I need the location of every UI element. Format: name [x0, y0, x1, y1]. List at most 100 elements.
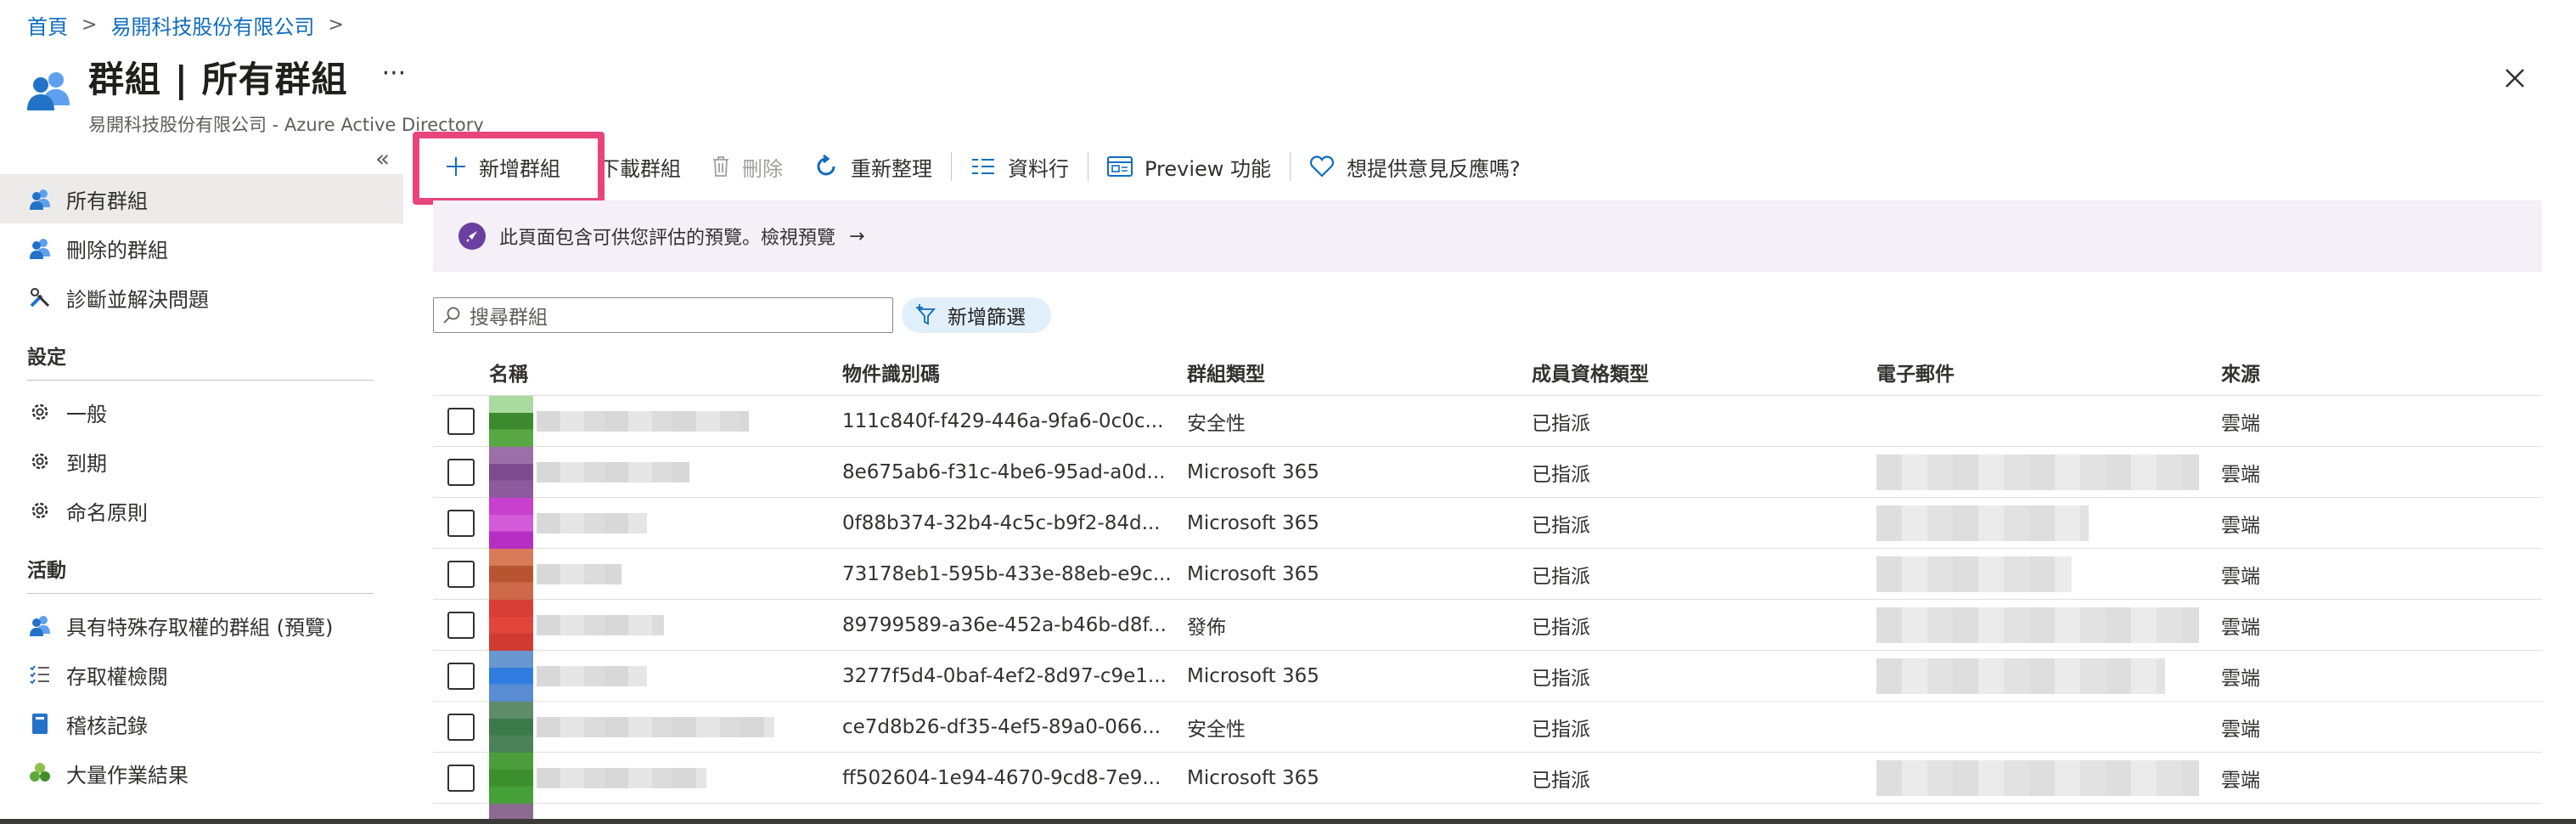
row-checkbox[interactable]: [447, 560, 475, 588]
sidebar-item-audit-logs[interactable]: 稽核記錄: [0, 699, 403, 748]
sidebar-item-diagnose[interactable]: 診斷並解決問題: [0, 273, 403, 322]
group-name-redacted[interactable]: [537, 716, 774, 737]
group-icon: [27, 235, 53, 261]
row-checkbox[interactable]: [447, 458, 475, 486]
membership-type-cell: 已指派: [1532, 412, 1590, 435]
group-name-redacted[interactable]: [537, 563, 622, 584]
sidebar-item-deleted-groups[interactable]: 刪除的群組: [0, 223, 403, 273]
avatar: [489, 548, 533, 600]
collapse-sidebar-button[interactable]: «: [375, 144, 390, 172]
column-header-group-type[interactable]: 群組類型: [1178, 358, 1523, 387]
row-checkbox[interactable]: [447, 713, 475, 741]
refresh-button[interactable]: 重新整理: [798, 143, 948, 190]
row-checkbox[interactable]: [447, 611, 475, 639]
wrench-icon: [27, 285, 53, 310]
preview-features-button[interactable]: Preview 功能: [1092, 143, 1286, 190]
sidebar-item-naming-policy[interactable]: 命名原則: [0, 486, 403, 535]
group-name-redacted[interactable]: [537, 410, 749, 432]
sidebar-item-bulk-results[interactable]: 大量作業結果: [0, 748, 403, 798]
columns-label: 資料行: [1008, 156, 1069, 181]
membership-type-cell: 已指派: [1532, 616, 1590, 639]
trash-icon: [711, 155, 730, 178]
heart-icon: [1309, 155, 1335, 178]
row-checkbox[interactable]: [447, 407, 475, 435]
table-row[interactable]: 3277f5d4-0baf-4ef2-8d97-c9e1... Microsoft…: [433, 650, 2542, 702]
add-filter-button[interactable]: 新增篩選: [902, 297, 1051, 333]
group-type-cell: Microsoft 365: [1187, 562, 1319, 585]
table-row[interactable]: 73178eb1-595b-433e-88eb-e9c... Microsoft …: [433, 548, 2542, 600]
sidebar-item-expiration[interactable]: 到期: [0, 437, 403, 486]
breadcrumb: 首頁 > 易開科技股份有限公司 >: [27, 10, 357, 40]
table-row[interactable]: ce7d8b26-df35-4ef5-89a0-066... 安全性 已指派 雲端: [433, 701, 2542, 753]
object-id-cell: 3277f5d4-0baf-4ef2-8d97-c9e1...: [842, 664, 1167, 687]
table-header: 名稱 物件識別碼 群組類型 成員資格類型 電子郵件 來源: [433, 348, 2542, 396]
clover-icon: [27, 760, 53, 786]
column-header-source[interactable]: 來源: [2213, 358, 2467, 387]
table-row[interactable]: 0f88b374-32b4-4c5c-b9f2-84d... Microsoft …: [433, 497, 2542, 549]
group-type-cell: Microsoft 365: [1187, 460, 1319, 483]
sidebar-item-privileged-access-groups[interactable]: 具有特殊存取權的群組 (預覽): [0, 601, 403, 650]
group-name-redacted[interactable]: [537, 512, 647, 533]
email-cell: [1868, 753, 2213, 803]
membership-type-cell: 已指派: [1532, 463, 1590, 486]
delete-button[interactable]: 刪除: [696, 143, 798, 190]
group-name-redacted[interactable]: [537, 614, 664, 635]
source-cell: 雲端: [2221, 463, 2260, 486]
table-row[interactable]: 89799589-a36e-452a-b46b-d8f... 發佈 已指派 雲端: [433, 599, 2542, 651]
sidebar-section-title: 活動: [27, 560, 66, 582]
email-cell: [1868, 651, 2213, 701]
membership-type-cell: 已指派: [1532, 565, 1590, 588]
sidebar-item-all-groups[interactable]: 所有群組: [0, 174, 403, 223]
preview-banner[interactable]: 此頁面包含可供您評估的預覽。檢視預覽 →: [433, 200, 2542, 272]
avatar: [489, 446, 533, 498]
checklist-icon: [27, 662, 53, 687]
groups-icon: [25, 66, 73, 117]
breadcrumb-home-link[interactable]: 首頁: [27, 10, 68, 40]
gear-icon: [27, 498, 53, 523]
column-header-membership-type[interactable]: 成員資格類型: [1523, 358, 1868, 387]
breadcrumb-org-link[interactable]: 易開科技股份有限公司: [110, 10, 314, 40]
sidebar-item-label: 命名原則: [66, 500, 148, 525]
columns-icon: [970, 157, 996, 176]
row-checkbox[interactable]: [447, 662, 475, 690]
email-cell: [1868, 396, 2213, 446]
group-name-redacted[interactable]: [537, 461, 689, 483]
more-options-button[interactable]: ···: [382, 59, 407, 88]
rocket-icon: [458, 223, 486, 250]
sidebar: 所有群組 刪除的群組 診斷並解決問題 設定 一般 到期 命名原則 活動 具有特殊…: [0, 174, 403, 798]
sidebar-item-general[interactable]: 一般: [0, 387, 403, 437]
feedback-button[interactable]: 想提供意見反應嗎?: [1294, 143, 1536, 190]
avatar: [489, 650, 533, 702]
avatar: [489, 804, 533, 821]
sidebar-item-label: 具有特殊存取權的群組 (預覽): [66, 615, 334, 640]
close-button[interactable]: [2498, 61, 2532, 95]
group-name-redacted[interactable]: [537, 767, 706, 788]
email-cell: [1868, 549, 2213, 599]
refresh-icon: [813, 154, 839, 179]
row-checkbox[interactable]: [447, 764, 475, 792]
group-type-cell: 發佈: [1187, 616, 1226, 639]
email-cell: [1868, 498, 2213, 548]
sidebar-divider: [27, 380, 374, 381]
source-cell: 雲端: [2221, 412, 2260, 435]
column-header-object-id[interactable]: 物件識別碼: [834, 358, 1178, 387]
page-header: 群組 | 所有群組 ··· 易開科技股份有限公司 - Azure Active …: [25, 51, 484, 137]
toolbar-divider: [1290, 152, 1291, 181]
feedback-label: 想提供意見反應嗎?: [1347, 156, 1521, 181]
sidebar-section-title: 設定: [27, 347, 66, 369]
banner-text: 此頁面包含可供您評估的預覽。檢視預覽: [499, 228, 836, 249]
search-input[interactable]: 搜尋群組: [433, 297, 893, 333]
sidebar-item-access-reviews[interactable]: 存取權檢閱: [0, 650, 403, 699]
group-name-redacted[interactable]: [537, 665, 647, 686]
sidebar-item-label: 稽核記錄: [66, 714, 148, 738]
table-row[interactable]: 111c840f-f429-446a-9fa6-0c0c... 安全性 已指派 雲端: [433, 395, 2542, 447]
object-id-cell: ff502604-1e94-4670-9cd8-7e9...: [842, 766, 1161, 789]
sidebar-item-label: 到期: [66, 451, 107, 476]
column-header-name[interactable]: 名稱: [489, 348, 834, 395]
table-row[interactable]: 8e675ab6-f31c-4be6-95ad-a0d... Microsoft …: [433, 446, 2542, 498]
close-icon: [2506, 69, 2524, 87]
row-checkbox[interactable]: [447, 509, 475, 537]
table-row[interactable]: ff502604-1e94-4670-9cd8-7e9... Microsoft …: [433, 752, 2542, 804]
column-header-email[interactable]: 電子郵件: [1868, 348, 2213, 395]
columns-button[interactable]: 資料行: [955, 143, 1084, 190]
